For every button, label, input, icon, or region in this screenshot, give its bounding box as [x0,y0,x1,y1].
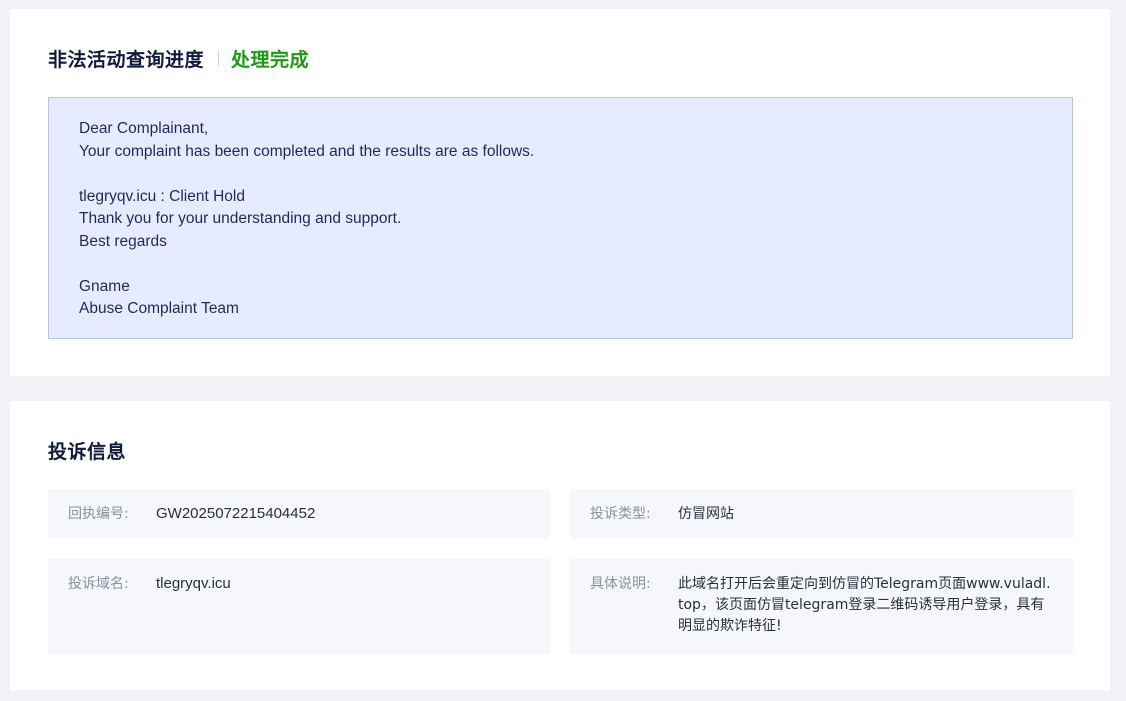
receipt-number-label: 回执编号: [68,506,129,522]
message-line: Thank you for your understanding and sup… [79,210,402,227]
message-line: Gname [79,277,130,295]
description-field: 具体说明: 此域名打开后会重定向到仿冒的Telegram页面www.vuladl… [570,559,1073,654]
message-line: tlegryqv.icu : Client Hold [79,187,245,205]
complaint-domain-field: 投诉域名: tlegryqv.icu [48,559,550,654]
title-divider [218,50,220,66]
description-label: 具体说明: [590,576,651,592]
message-line: Dear Complainant, [79,120,209,137]
progress-header: 非法活动查询进度 处理完成 [48,45,309,71]
progress-card: 非法活动查询进度 处理完成 Dear Complainant, Your com… [10,9,1110,376]
message-line [79,163,1042,186]
complaint-domain-label: 投诉域名: [68,576,129,592]
result-message: Dear Complainant, Your complaint has bee… [48,97,1073,339]
progress-title: 非法活动查询进度 [48,48,205,71]
complaint-domain-value: tlegryqv.icu [156,575,231,592]
complaint-type-value: 仿冒网站 [678,506,734,522]
message-line: Your complaint has been completed and th… [79,142,535,160]
message-line [79,253,1042,276]
message-line: Best regards [79,232,167,250]
receipt-number-field: 回执编号: GW2025072215404452 [48,489,550,539]
receipt-number-value: GW2025072215404452 [156,505,316,522]
complaint-type-field: 投诉类型: 仿冒网站 [570,489,1073,539]
message-line: Abuse Complaint Team [79,300,239,317]
description-value: 此域名打开后会重定向到仿冒的Telegram页面www.vuladl.top，该… [678,576,1051,634]
info-title: 投诉信息 [48,441,127,463]
complaint-info-card: 投诉信息 回执编号: GW2025072215404452 投诉类型: 仿冒网站… [10,401,1110,690]
status-badge: 处理完成 [231,48,310,71]
complaint-type-label: 投诉类型: [590,506,651,522]
